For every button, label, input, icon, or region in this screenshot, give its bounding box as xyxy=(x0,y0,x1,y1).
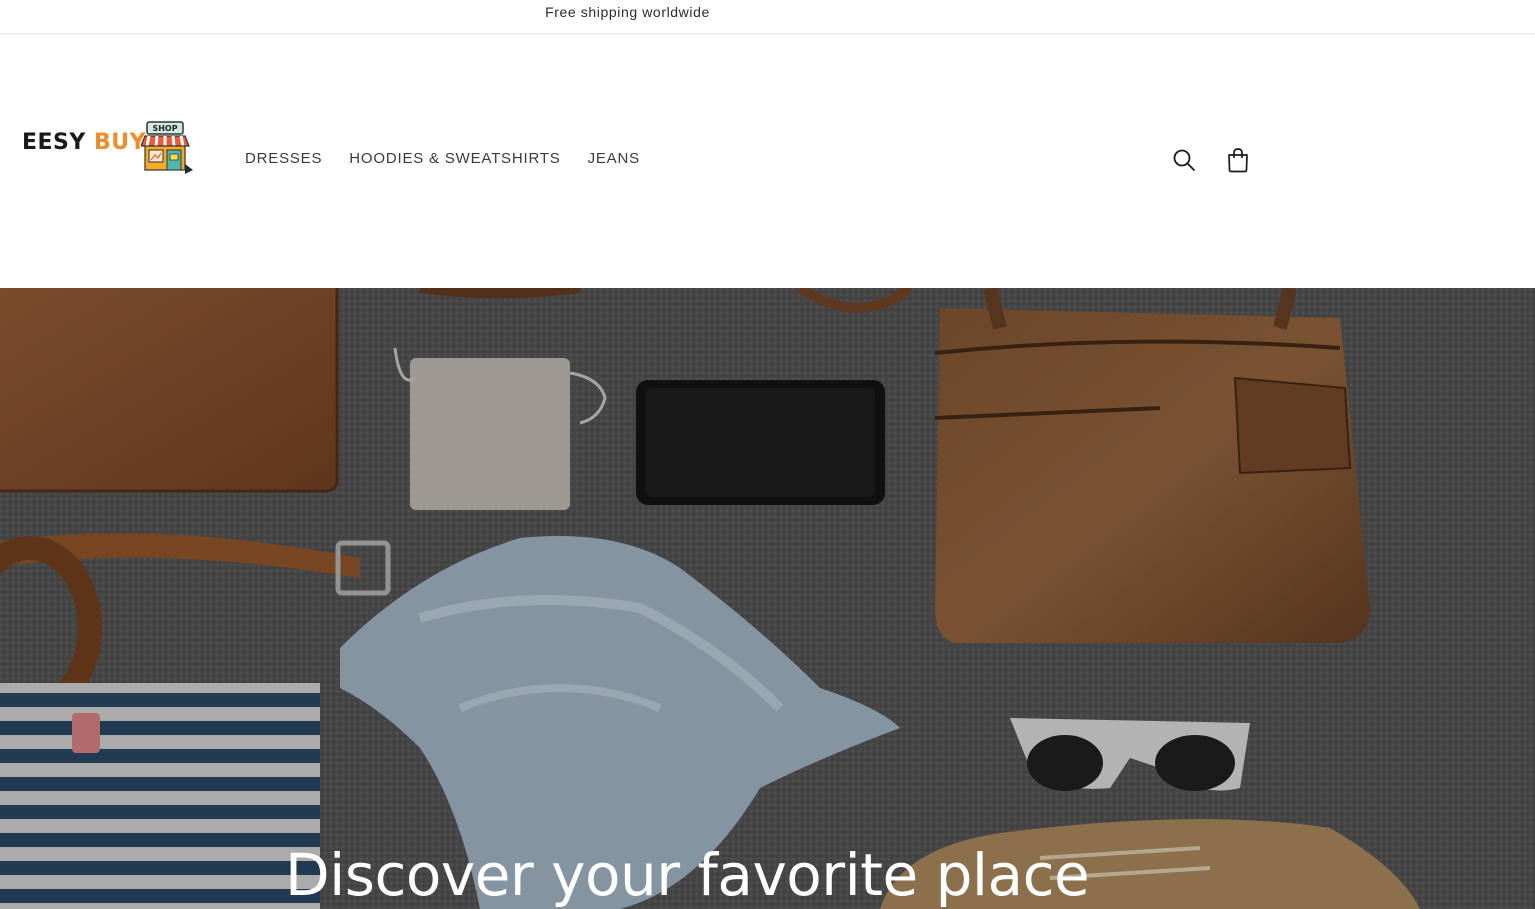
hero-banner: Discover your favorite place xyxy=(0,288,1535,909)
logo-wordmark: EESY BUY xyxy=(22,130,146,155)
store-logo[interactable]: EESY BUY SHOP xyxy=(22,120,197,176)
nav-item-hoodies-sweatshirts[interactable]: HOODIES & SWEATSHIRTS xyxy=(349,150,560,167)
hero-overlay xyxy=(0,288,1535,909)
shop-storefront-icon: SHOP xyxy=(141,121,193,174)
logo-word-buy: BUY xyxy=(94,130,147,155)
search-icon xyxy=(1173,149,1195,171)
announcement-bar: Free shipping worldwide xyxy=(0,0,1535,34)
site-header: EESY BUY SHOP DRESSES HOODIES & SWEATSHI… xyxy=(0,34,1535,288)
cart-icon xyxy=(1228,148,1248,173)
search-button[interactable] xyxy=(1170,146,1198,174)
nav-item-dresses[interactable]: DRESSES xyxy=(245,150,322,167)
hero-heading: Discover your favorite place xyxy=(285,841,1090,909)
main-nav: DRESSES HOODIES & SWEATSHIRTS JEANS xyxy=(245,150,667,167)
logo-word-eesy: EESY xyxy=(22,130,86,155)
nav-item-jeans[interactable]: JEANS xyxy=(588,150,640,167)
shop-sign-text: SHOP xyxy=(152,124,177,133)
cart-button[interactable] xyxy=(1224,146,1252,174)
announcement-text: Free shipping worldwide xyxy=(545,4,710,20)
header-icons xyxy=(1170,146,1252,174)
